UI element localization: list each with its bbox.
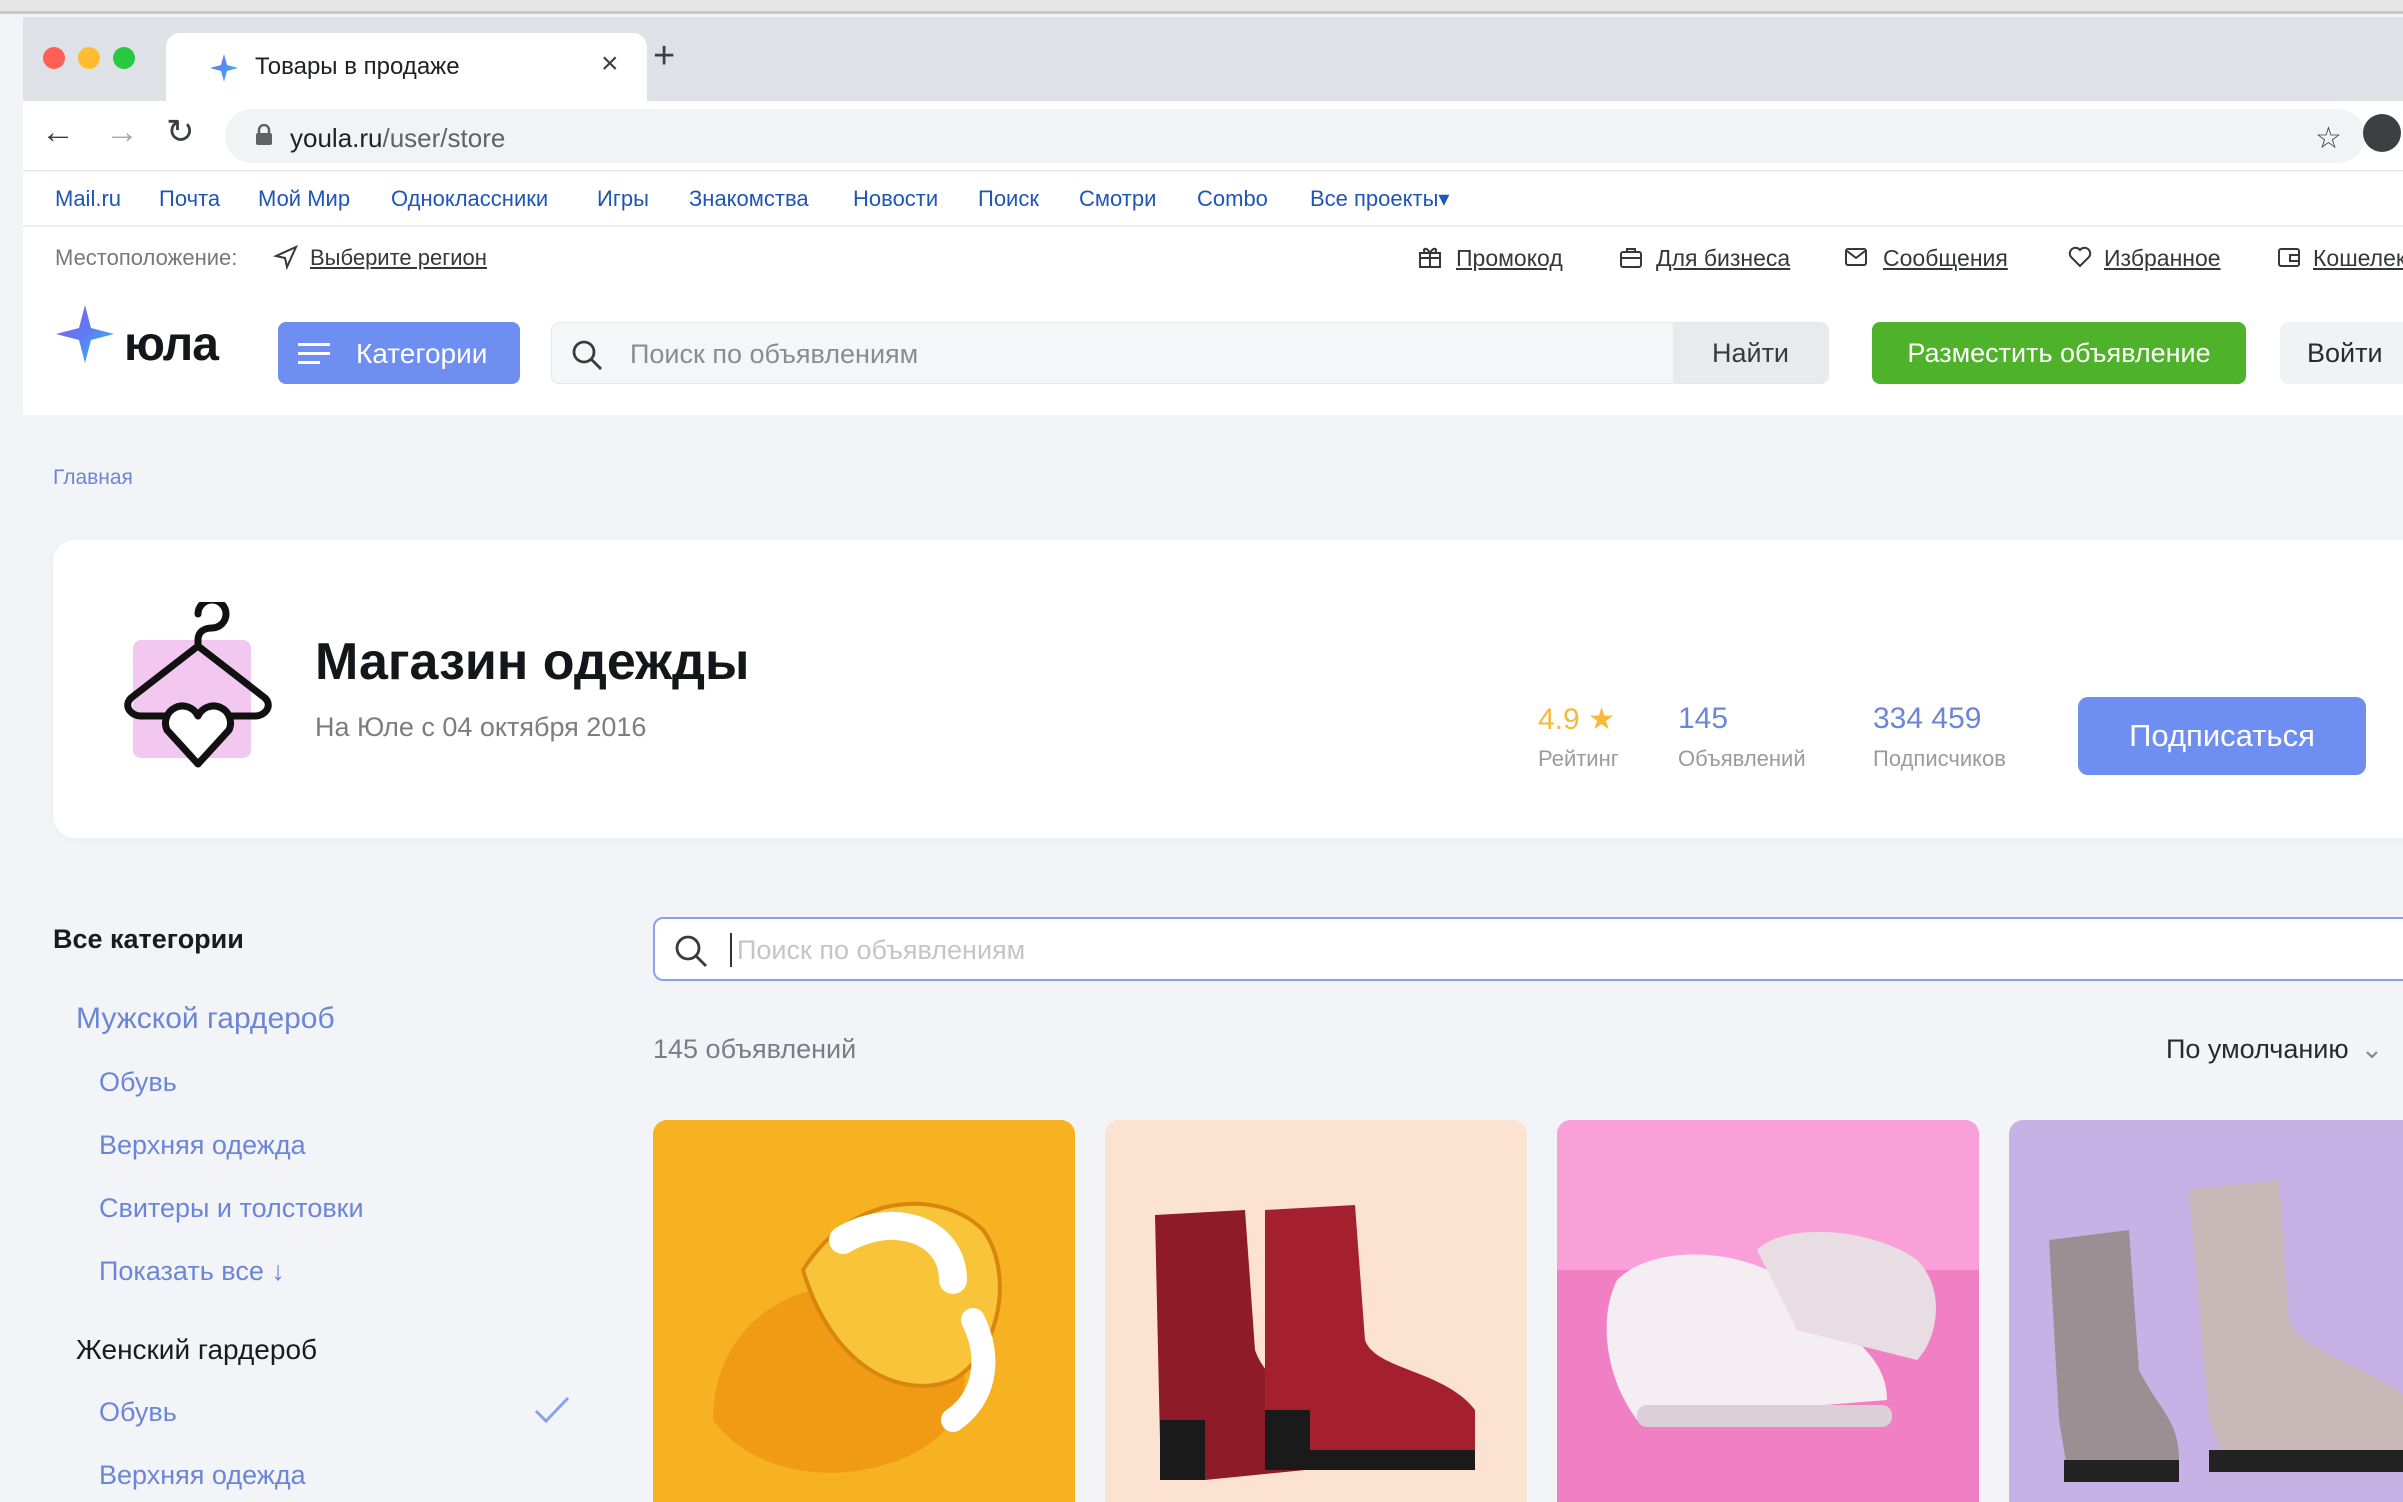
header-search-field[interactable]: Поиск по объявлениям Найти — [551, 322, 1829, 384]
youla-favicon-icon — [210, 54, 238, 82]
store-since: На Юле с 04 октября 2016 — [315, 712, 647, 742]
rating-label: Рейтинг — [1538, 746, 1619, 771]
login-button[interactable]: Войти — [2280, 322, 2403, 384]
bookmark-combo[interactable]: Combo — [1197, 186, 1268, 212]
bookmark-znakomstva[interactable]: Знакомства — [689, 186, 809, 212]
reload-icon[interactable]: ↻ — [166, 115, 195, 149]
bookmark-odnoklassniki[interactable]: Одноклассники — [391, 186, 548, 212]
sort-dropdown[interactable]: По умолчанию ⌄ — [2166, 1034, 2383, 1065]
show-all-link[interactable]: Показать все ↓ — [99, 1256, 285, 1287]
subscribers-label: Подписчиков — [1873, 746, 2006, 771]
product-card-white-sneakers[interactable] — [1557, 1120, 1979, 1502]
white-sneakers-image — [1557, 1120, 1979, 1502]
ads-count-text: 145 объявлений — [653, 1034, 857, 1064]
location-label: Местоположение: — [55, 245, 238, 270]
wallet-icon — [2278, 248, 2300, 267]
favorites-link[interactable]: Избранное — [2104, 245, 2221, 272]
lock-icon — [256, 124, 272, 145]
rating-star-icon: ★ — [1588, 703, 1615, 736]
subscribe-button[interactable]: Подписаться — [2078, 697, 2366, 775]
category-men-shoes[interactable]: Обувь — [99, 1067, 177, 1098]
address-bar[interactable]: youla.ru/user/store ☆ — [225, 109, 2365, 163]
tab-bar: Товары в продаже × + — [23, 17, 2403, 101]
category-men[interactable]: Мужской гардероб — [76, 1002, 335, 1036]
bookmark-star-icon[interactable]: ☆ — [2315, 121, 2342, 156]
menu-icon — [298, 343, 330, 364]
site-header: Местоположение: Выберите регион Промокод… — [23, 227, 2403, 415]
product-card-red-boots[interactable] — [1105, 1120, 1527, 1502]
back-icon[interactable]: ← — [41, 115, 75, 149]
address-bar-row: ← → ↻ youla.ru/user/store ☆ — [23, 101, 2403, 171]
category-men-outerwear[interactable]: Верхняя одежда — [99, 1130, 306, 1161]
url-path: /user/store — [382, 123, 506, 153]
youla-logo-icon[interactable] — [54, 303, 116, 365]
store-hanger-logo-icon — [124, 602, 272, 768]
category-men-sweaters[interactable]: Свитеры и толстовки — [99, 1193, 364, 1224]
text-caret — [730, 933, 732, 967]
chevron-down-icon: ⌄ — [2360, 1034, 2384, 1064]
forward-icon[interactable]: → — [105, 115, 139, 149]
region-link[interactable]: Выберите регион — [310, 245, 487, 271]
subscribers-count[interactable]: 334 459 — [1873, 702, 1981, 736]
header-search-placeholder: Поиск по объявлениям — [630, 339, 919, 369]
category-women[interactable]: Женский гардероб — [76, 1334, 317, 1366]
bookmark-all-projects[interactable]: Все проекты▾ — [1310, 186, 1449, 212]
post-ad-button[interactable]: Разместить объявление — [1872, 322, 2246, 384]
business-link[interactable]: Для бизнеса — [1656, 245, 1790, 272]
gift-icon — [1419, 247, 1441, 268]
url-host: youla.ru — [290, 123, 383, 153]
check-icon — [534, 1396, 570, 1424]
listing-search-placeholder: Поиск по объявлениям — [737, 935, 1026, 965]
all-categories-title[interactable]: Все категории — [53, 924, 244, 955]
bookmarks-bar: Mail.ru Почта Мой Мир Одноклассники Игры… — [23, 172, 2403, 226]
maximize-window-button[interactable] — [113, 47, 135, 69]
bookmark-pochta[interactable]: Почта — [159, 186, 220, 212]
find-button[interactable]: Найти — [1673, 323, 1828, 383]
product-card-yellow-sneakers[interactable] — [653, 1120, 1075, 1502]
url-text: youla.ru/user/store — [290, 123, 505, 154]
mail-icon — [1845, 248, 1867, 266]
product-card-silver-boots[interactable] — [2009, 1120, 2403, 1502]
search-icon — [572, 340, 602, 370]
briefcase-icon — [1620, 248, 1642, 268]
breadcrumb-home[interactable]: Главная — [53, 466, 133, 490]
youla-logo-text[interactable]: юла — [124, 317, 219, 372]
window-top-edge — [0, 0, 2403, 14]
red-boots-image — [1105, 1120, 1527, 1502]
heart-icon — [2068, 246, 2092, 268]
browser-tab[interactable]: Товары в продаже × — [166, 33, 647, 101]
categories-button-label: Категории — [356, 338, 488, 369]
bookmark-moy-mir[interactable]: Мой Мир — [258, 186, 350, 212]
close-window-button[interactable] — [43, 47, 65, 69]
browser-window: Товары в продаже × + ← → ↻ youla.ru/user… — [0, 0, 2403, 1502]
listing-search-field[interactable]: Поиск по объявлениям — [653, 917, 2403, 981]
new-tab-button[interactable]: + — [653, 37, 675, 75]
tab-close-icon[interactable]: × — [601, 47, 619, 81]
ads-label: Объявлений — [1678, 746, 1806, 771]
bookmark-novosti[interactable]: Новости — [853, 186, 938, 212]
rating-number: 4.9 — [1538, 703, 1580, 736]
location-icon — [273, 245, 298, 270]
store-card: Магазин одежды На Юле с 04 октября 2016 … — [53, 540, 2403, 838]
minimize-window-button[interactable] — [78, 47, 100, 69]
search-icon — [675, 935, 707, 967]
silver-boots-image — [2009, 1120, 2403, 1502]
bookmark-poisk[interactable]: Поиск — [978, 186, 1039, 212]
category-women-outerwear[interactable]: Верхняя одежда — [99, 1460, 306, 1491]
bookmark-igry[interactable]: Игры — [597, 186, 649, 212]
category-women-shoes[interactable]: Обувь — [99, 1397, 177, 1428]
categories-button[interactable]: Категории — [278, 322, 520, 384]
messages-link[interactable]: Сообщения — [1883, 245, 2008, 272]
store-title: Магазин одежды — [315, 633, 750, 691]
tab-title: Товары в продаже — [255, 53, 460, 80]
ads-count[interactable]: 145 — [1678, 702, 1728, 736]
sort-label: По умолчанию — [2166, 1034, 2349, 1064]
bookmark-mailru[interactable]: Mail.ru — [55, 186, 121, 212]
rating-value: 4.9 ★ — [1538, 702, 1615, 737]
wallet-link[interactable]: Кошелек — [2313, 245, 2403, 272]
promo-link[interactable]: Промокод — [1456, 245, 1563, 272]
yellow-sneakers-image — [653, 1120, 1075, 1502]
bookmark-smotri[interactable]: Смотри — [1079, 186, 1156, 212]
profile-icon[interactable] — [2363, 114, 2401, 152]
